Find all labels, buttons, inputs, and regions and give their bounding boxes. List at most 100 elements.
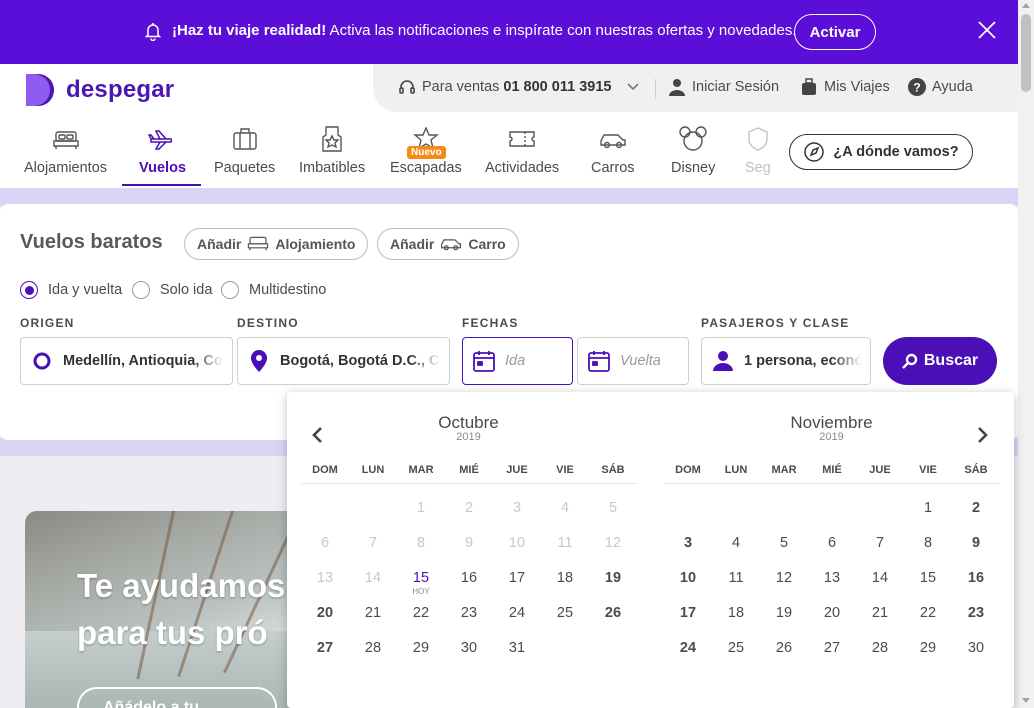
calendar-day[interactable]: 17 [493, 570, 541, 586]
user-icon [702, 351, 744, 371]
calendar-day[interactable]: 21 [856, 605, 904, 621]
nav-seguros[interactable]: Seg [745, 124, 771, 186]
calendar-day[interactable]: 25 [541, 605, 589, 621]
calendar-day[interactable]: 11 [712, 570, 760, 586]
radio-selected[interactable] [20, 281, 38, 299]
close-icon[interactable] [978, 21, 996, 44]
add-hotel-button[interactable]: Añadir Alojamiento [184, 228, 369, 260]
calendar-day: 5 [608, 500, 618, 516]
notification-bar: ¡Haz tu viaje realidad! Activa las notif… [0, 0, 1018, 64]
calendar-day[interactable]: 26 [760, 640, 808, 656]
calendar-day[interactable]: 22 [904, 605, 952, 621]
sales-phone[interactable]: Para ventas 01 800 011 3915 [398, 78, 640, 96]
origin-input[interactable]: Medellín, Antioquia, Colombia [20, 337, 233, 385]
calendar-day[interactable]: 1 [904, 500, 952, 516]
radio[interactable] [132, 281, 150, 299]
calendar-day[interactable]: 18 [712, 605, 760, 621]
scrollbar[interactable] [1018, 0, 1034, 708]
calendar-day[interactable]: 15 [397, 570, 445, 586]
logo[interactable]: despegar [24, 74, 174, 106]
calendar-day[interactable]: 30 [952, 640, 1000, 656]
radio[interactable] [221, 281, 239, 299]
trip-type-oneway[interactable]: Solo ida [132, 281, 212, 299]
calendar-day[interactable]: 24 [664, 640, 712, 656]
calendar-day[interactable]: 7 [856, 535, 904, 551]
promo-button[interactable]: Añádelo a tu... [77, 687, 277, 708]
weekday-header: JUE [506, 464, 528, 476]
calendar-day[interactable]: 26 [589, 605, 637, 621]
calendar-day[interactable]: 4 [712, 535, 760, 551]
nav-disney[interactable]: Disney [671, 124, 715, 186]
calendar-day[interactable]: 14 [856, 570, 904, 586]
calendar-day[interactable]: 15 [904, 570, 952, 586]
car-icon [599, 124, 627, 154]
destination-input[interactable]: Bogotá, Bogotá D.C., Colombia [237, 337, 450, 385]
calendar-day[interactable]: 16 [952, 570, 1000, 586]
calendar-day[interactable]: 2 [952, 500, 1000, 516]
calendar-day[interactable]: 29 [397, 640, 445, 656]
nav-alojamientos[interactable]: Alojamientos [24, 124, 107, 186]
calendar-day[interactable]: 21 [349, 605, 397, 621]
calendar-icon [463, 350, 505, 372]
calendar-day[interactable]: 13 [808, 570, 856, 586]
shield-icon [747, 124, 769, 154]
origin-label: ORIGEN [20, 316, 75, 330]
calendar-day[interactable]: 22 [397, 605, 445, 621]
compass-icon [804, 142, 825, 162]
brand-name: despegar [66, 76, 175, 103]
calendar-day[interactable]: 23 [445, 605, 493, 621]
calendar-day: 11 [557, 535, 573, 551]
calendar-day[interactable]: 10 [664, 570, 712, 586]
login-link[interactable]: Iniciar Sesión [668, 78, 779, 96]
trip-type-roundtrip[interactable]: Ida y vuelta [20, 281, 122, 299]
calendar-day[interactable]: 29 [904, 640, 952, 656]
calendar-day[interactable]: 18 [541, 570, 589, 586]
calendar-day[interactable]: 24 [493, 605, 541, 621]
calendar-day[interactable]: 28 [349, 640, 397, 656]
depart-date-input[interactable]: Ida [462, 337, 573, 385]
trip-type-multicity[interactable]: Multidestino [221, 281, 326, 299]
promo-banner[interactable]: Te ayudamos para tus pró Añádelo a tu... [25, 511, 295, 708]
activate-notifications-button[interactable]: Activar [794, 14, 876, 50]
calendar-day[interactable]: 5 [760, 535, 808, 551]
return-date-input[interactable]: Vuelta [577, 337, 689, 385]
explore-button[interactable]: ¿A dónde vamos? [789, 134, 973, 170]
calendar-day[interactable]: 23 [952, 605, 1000, 621]
nav-actividades[interactable]: Actividades [485, 124, 559, 186]
calendar-day[interactable]: 28 [856, 640, 904, 656]
weekday-header: VIE [556, 464, 574, 476]
luggage-icon [802, 78, 816, 95]
calendar-day[interactable]: 20 [808, 605, 856, 621]
calendar-day[interactable]: 3 [664, 535, 712, 551]
ticket-icon [508, 124, 536, 154]
destination-label: DESTINO [237, 316, 299, 330]
calendar-day[interactable]: 8 [904, 535, 952, 551]
calendar-day[interactable]: 6 [808, 535, 856, 551]
calendar-day[interactable]: 19 [760, 605, 808, 621]
add-car-button[interactable]: Añadir Carro [377, 228, 519, 260]
calendar-day[interactable]: 19 [589, 570, 637, 586]
calendar-day[interactable]: 16 [445, 570, 493, 586]
suitcase-icon [232, 124, 258, 154]
calendar-day[interactable]: 9 [952, 535, 1000, 551]
my-trips-link[interactable]: Mis Viajes [800, 78, 890, 96]
search-title: Vuelos baratos [20, 231, 163, 253]
search-button[interactable]: Buscar [883, 337, 997, 385]
calendar-day[interactable]: 27 [808, 640, 856, 656]
calendar-day[interactable]: 17 [664, 605, 712, 621]
calendar-day[interactable]: 30 [445, 640, 493, 656]
passengers-input[interactable]: 1 persona, económica [701, 337, 871, 385]
help-link[interactable]: ? Ayuda [908, 78, 973, 96]
nav-vuelos[interactable]: Vuelos [139, 124, 186, 186]
nav-imbatibles[interactable]: Imbatibles [299, 124, 365, 186]
calendar-day[interactable]: 12 [760, 570, 808, 586]
nav-paquetes[interactable]: Paquetes [214, 124, 275, 186]
calendar-day[interactable]: 20 [301, 605, 349, 621]
promo-title-line2: para tus pró [77, 614, 268, 651]
calendar-day[interactable]: 31 [493, 640, 541, 656]
calendar-day[interactable]: 25 [712, 640, 760, 656]
calendar-icon [578, 350, 620, 372]
calendar-day[interactable]: 27 [301, 640, 349, 656]
weekday-header: VIE [919, 464, 937, 476]
nav-carros[interactable]: Carros [591, 124, 635, 186]
